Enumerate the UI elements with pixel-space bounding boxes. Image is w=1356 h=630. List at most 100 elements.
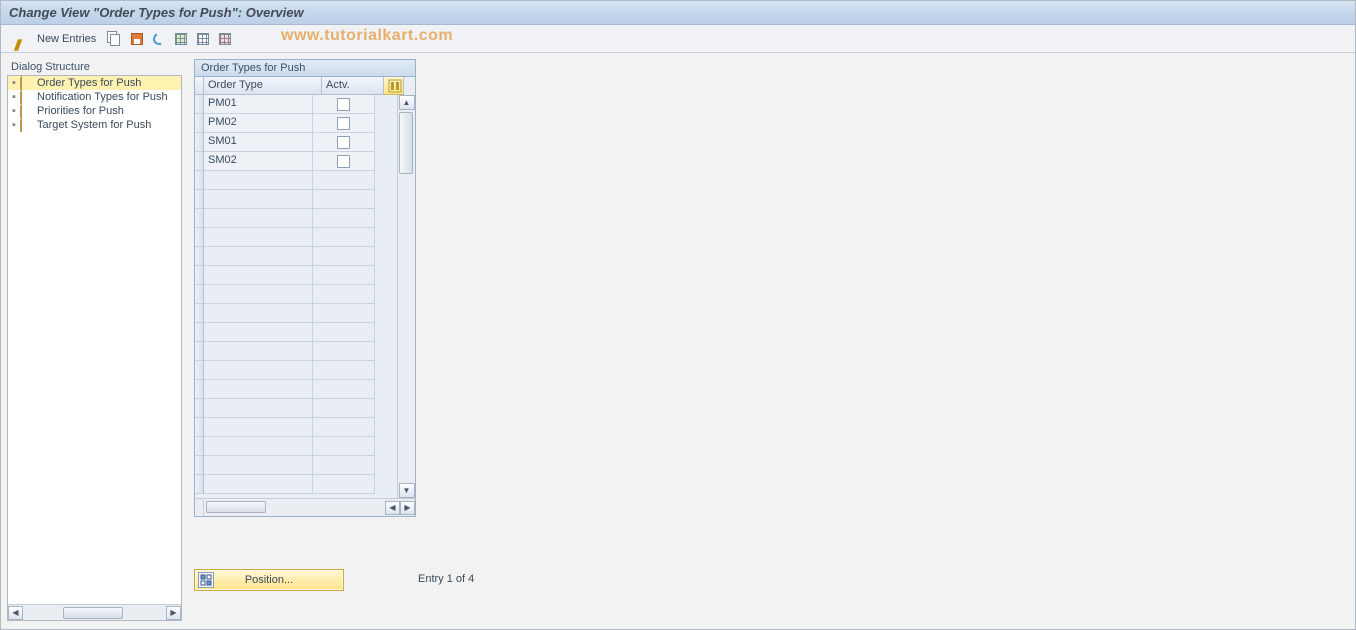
table-row[interactable] (195, 437, 415, 456)
row-selector[interactable] (195, 323, 204, 342)
table-hscrollbar[interactable]: ◀ ▶ (195, 498, 415, 516)
hscroll-track[interactable] (204, 501, 385, 515)
table-vscrollbar[interactable]: ▲ ▼ (397, 95, 415, 498)
dialog-structure-hscrollbar[interactable]: ◀ ▶ (8, 604, 181, 620)
cell-active (313, 456, 375, 475)
table-row[interactable] (195, 399, 415, 418)
active-checkbox[interactable] (337, 136, 350, 149)
row-selector[interactable] (195, 380, 204, 399)
table-row[interactable] (195, 304, 415, 323)
row-selector[interactable] (195, 361, 204, 380)
table-row[interactable] (195, 285, 415, 304)
table-row[interactable] (195, 228, 415, 247)
copy-as-icon[interactable] (106, 30, 124, 48)
table-row[interactable] (195, 190, 415, 209)
row-selector[interactable] (195, 456, 204, 475)
tree-item[interactable]: ▪Order Types for Push (8, 76, 181, 90)
table-row[interactable]: SM01 (195, 133, 415, 152)
tree-item[interactable]: ▪Priorities for Push (8, 104, 181, 118)
row-selector[interactable] (195, 399, 204, 418)
scroll-right-icon[interactable]: ▶ (166, 606, 181, 620)
row-selector[interactable] (195, 437, 204, 456)
tree-item[interactable]: ▪Target System for Push (8, 118, 181, 132)
position-button[interactable]: Position... (194, 569, 344, 591)
cell-order-type (204, 247, 313, 266)
row-selector[interactable] (195, 266, 204, 285)
scroll-thumb[interactable] (63, 607, 123, 619)
table-row[interactable]: SM02 (195, 152, 415, 171)
cell-order-type (204, 285, 313, 304)
row-selector[interactable] (195, 133, 204, 152)
table-row[interactable] (195, 475, 415, 494)
table-scroll-right-icon[interactable]: ▶ (400, 501, 415, 515)
cell-order-type[interactable]: SM02 (204, 152, 313, 171)
col-order-type[interactable]: Order Type (204, 77, 322, 95)
row-selector[interactable] (195, 152, 204, 171)
cell-order-type (204, 171, 313, 190)
vscroll-track[interactable] (398, 110, 415, 483)
table-row[interactable] (195, 380, 415, 399)
cell-order-type[interactable]: PM02 (204, 114, 313, 133)
row-selector[interactable] (195, 114, 204, 133)
table-row[interactable]: PM02 (195, 114, 415, 133)
table-row[interactable] (195, 342, 415, 361)
cell-active (313, 323, 375, 342)
table-scroll-left-icon[interactable]: ◀ (385, 501, 400, 515)
row-selector[interactable] (195, 95, 204, 114)
cell-active (313, 95, 375, 114)
order-types-table-panel: Order Types for Push Order Type Actv. PM… (194, 59, 416, 517)
row-selector[interactable] (195, 475, 204, 494)
app-frame: Change View "Order Types for Push": Over… (0, 0, 1356, 630)
table-row[interactable] (195, 418, 415, 437)
folder-closed-icon (20, 105, 34, 117)
active-checkbox[interactable] (337, 98, 350, 111)
toggle-display-change-icon[interactable] (9, 30, 27, 48)
scroll-down-icon[interactable]: ▼ (399, 483, 415, 498)
scroll-track[interactable] (23, 606, 166, 620)
vscroll-thumb[interactable] (399, 112, 413, 174)
table-row[interactable] (195, 266, 415, 285)
hscroll-thumb[interactable] (206, 501, 266, 513)
table-row[interactable] (195, 456, 415, 475)
row-selector[interactable] (195, 285, 204, 304)
row-selector[interactable] (195, 247, 204, 266)
scroll-up-icon[interactable]: ▲ (399, 95, 415, 110)
active-checkbox[interactable] (337, 155, 350, 168)
tree-item[interactable]: ▪Notification Types for Push (8, 90, 181, 104)
row-selector[interactable] (195, 304, 204, 323)
cell-order-type (204, 209, 313, 228)
cell-active (313, 475, 375, 494)
new-entries-button[interactable]: New Entries (31, 31, 102, 47)
table-row[interactable] (195, 247, 415, 266)
cell-order-type[interactable]: SM01 (204, 133, 313, 152)
tree-bullet-icon: ▪ (10, 91, 18, 103)
cell-active (313, 437, 375, 456)
row-selector[interactable] (195, 228, 204, 247)
select-block-icon[interactable] (194, 30, 212, 48)
table-title: Order Types for Push (194, 59, 416, 77)
delete-icon[interactable] (128, 30, 146, 48)
deselect-all-icon[interactable] (216, 30, 234, 48)
cell-order-type (204, 266, 313, 285)
row-selector[interactable] (195, 190, 204, 209)
col-active[interactable]: Actv. (322, 77, 384, 95)
row-selector[interactable] (195, 209, 204, 228)
active-checkbox[interactable] (337, 117, 350, 130)
table-row[interactable] (195, 209, 415, 228)
select-all-icon[interactable] (172, 30, 190, 48)
row-selector[interactable] (195, 418, 204, 437)
configure-columns-icon[interactable] (384, 77, 404, 95)
main-area: Dialog Structure ▪Order Types for Push▪N… (1, 53, 1355, 627)
table-row[interactable] (195, 361, 415, 380)
table-row[interactable] (195, 323, 415, 342)
table-row[interactable]: PM01 (195, 95, 415, 114)
row-selector[interactable] (195, 171, 204, 190)
cell-active (313, 171, 375, 190)
toolbar: New Entries www.tutorialkart.com (1, 25, 1355, 53)
scroll-left-icon[interactable]: ◀ (8, 606, 23, 620)
table-row[interactable] (195, 171, 415, 190)
cell-active (313, 247, 375, 266)
cell-order-type[interactable]: PM01 (204, 95, 313, 114)
row-selector[interactable] (195, 342, 204, 361)
undo-change-icon[interactable] (150, 30, 168, 48)
